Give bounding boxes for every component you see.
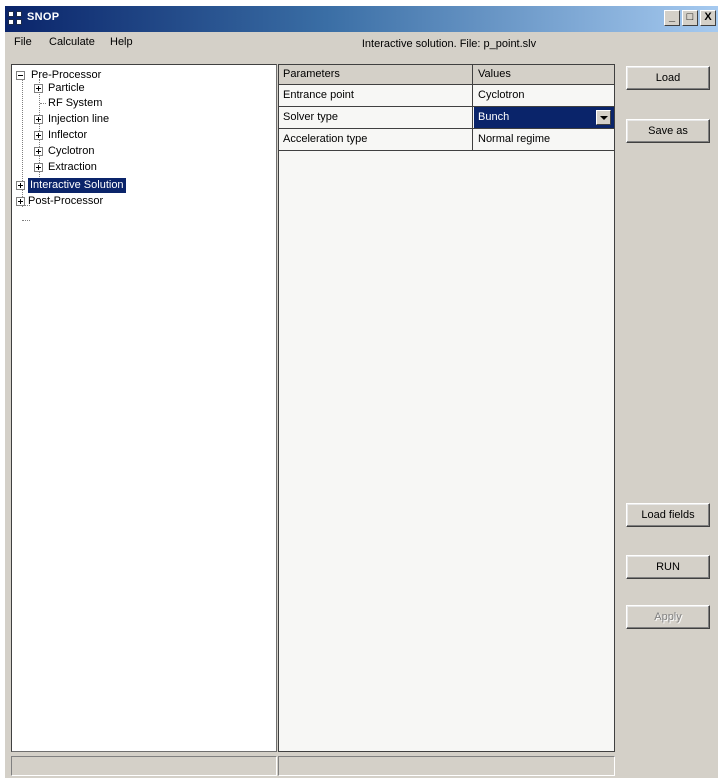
window-title: SNOP	[27, 11, 60, 23]
minimize-button[interactable]: _	[664, 10, 680, 26]
tree-label: RF System	[48, 97, 103, 109]
run-button[interactable]: RUN	[626, 555, 710, 579]
close-button[interactable]: X	[700, 10, 716, 26]
menu-calculate[interactable]: Calculate	[49, 36, 95, 48]
solver-type-dropdown[interactable]: Bunch	[474, 107, 614, 128]
status-panel-left	[11, 756, 277, 776]
chevron-down-icon[interactable]	[596, 110, 611, 125]
menu-file[interactable]: File	[14, 36, 32, 48]
collapse-icon[interactable]	[16, 71, 25, 80]
tree-label: Extraction	[48, 161, 97, 173]
expand-icon[interactable]	[16, 181, 25, 190]
tree-label: Injection line	[48, 113, 110, 125]
param-value-cell[interactable]: Normal regime	[474, 129, 614, 150]
load-fields-button[interactable]: Load fields	[626, 503, 710, 527]
grid-header: Parameters Values	[279, 65, 614, 85]
expand-icon[interactable]	[34, 84, 43, 93]
param-name-cell: Entrance point	[279, 85, 473, 106]
tree-label: Post-Processor	[28, 195, 104, 207]
title-bar[interactable]: SNOP _ □ X	[5, 6, 718, 32]
expand-icon[interactable]	[34, 115, 43, 124]
dropdown-value: Bunch	[478, 111, 510, 123]
solution-file-title: Interactive solution. File: p_point.slv	[361, 38, 537, 50]
column-header-parameters[interactable]: Parameters	[279, 65, 473, 84]
table-row[interactable]: Acceleration type Normal regime	[279, 129, 614, 151]
parameter-grid: Parameters Values Entrance point Cyclotr…	[278, 64, 615, 752]
expand-icon[interactable]	[34, 131, 43, 140]
table-row[interactable]: Solver type Bunch	[279, 107, 614, 129]
status-panel-right	[278, 756, 615, 776]
expand-icon[interactable]	[16, 197, 25, 206]
param-value-cell[interactable]: Cyclotron	[474, 85, 614, 106]
app-icon	[8, 11, 24, 27]
load-button[interactable]: Load	[626, 66, 710, 90]
tree-label: Cyclotron	[48, 145, 95, 157]
tree-label: Inflector	[48, 129, 88, 141]
param-name-cell: Acceleration type	[279, 129, 473, 150]
expand-icon[interactable]	[34, 147, 43, 156]
column-header-values[interactable]: Values	[474, 65, 614, 84]
tree-label: Particle	[48, 82, 85, 94]
table-row[interactable]: Entrance point Cyclotron	[279, 85, 614, 107]
param-name-cell: Solver type	[279, 107, 473, 128]
project-tree[interactable]: Pre-Processor Particle RF System Injecti…	[11, 64, 277, 752]
save-as-button[interactable]: Save as	[626, 119, 710, 143]
menu-bar: File Calculate Help Interactive solution…	[5, 32, 718, 54]
apply-button[interactable]: Apply	[626, 605, 710, 629]
window-controls: _ □ X	[664, 10, 716, 26]
maximize-button[interactable]: □	[682, 10, 698, 26]
expand-icon[interactable]	[34, 163, 43, 172]
menu-help[interactable]: Help	[110, 36, 133, 48]
app-window: SNOP _ □ X File Calculate Help Interacti…	[5, 6, 718, 778]
tree-label: Interactive Solution	[28, 178, 126, 193]
